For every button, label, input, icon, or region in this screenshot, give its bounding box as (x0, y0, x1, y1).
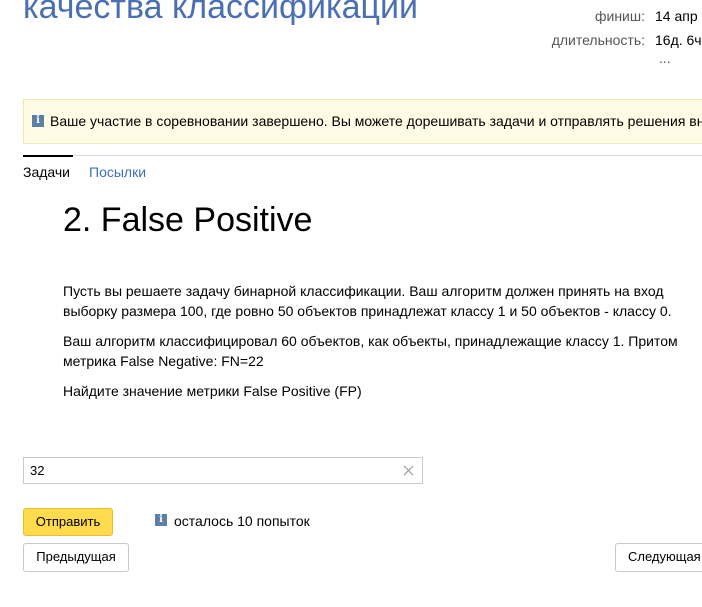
finish-value: 14 апр (655, 8, 698, 24)
contest-title: качества классификации (23, 0, 418, 26)
problem-title: 2. False Positive (63, 201, 313, 239)
close-icon[interactable] (403, 465, 414, 476)
duration-label: длительность: (551, 32, 645, 48)
previous-button[interactable]: Предыдущая (23, 543, 129, 572)
finish-label: финиш: (594, 8, 645, 24)
info-icon: i (32, 115, 44, 127)
problem-statement-paragraph: Ваш алгоритм классифицировал 60 объектов… (63, 333, 678, 369)
participation-notice: i Ваше участие в соревновании завершено.… (23, 99, 702, 144)
duration-value: 16д. 6ч (655, 32, 702, 48)
info-icon: i (155, 514, 167, 526)
more-ellipsis[interactable]: ... (659, 50, 671, 66)
problem-question: Найдите значение метрики False Positive … (63, 383, 362, 399)
tab-problems[interactable]: Задачи (23, 164, 70, 180)
tab-submissions[interactable]: Посылки (89, 164, 146, 180)
answer-field[interactable] (23, 457, 423, 484)
attempts-remaining: i осталось 10 попыток (155, 512, 355, 530)
notice-text: Ваше участие в соревновании завершено. В… (50, 113, 702, 129)
tabs-divider (23, 155, 702, 156)
problem-statement-paragraph: Пусть вы решаете задачу бинарной классиф… (63, 283, 672, 319)
next-button[interactable]: Следующая (615, 543, 702, 572)
attempts-text: осталось 10 попыток (174, 513, 310, 529)
active-tab-indicator (23, 155, 73, 157)
answer-input[interactable] (30, 461, 390, 480)
submit-button[interactable]: Отправить (23, 508, 113, 536)
